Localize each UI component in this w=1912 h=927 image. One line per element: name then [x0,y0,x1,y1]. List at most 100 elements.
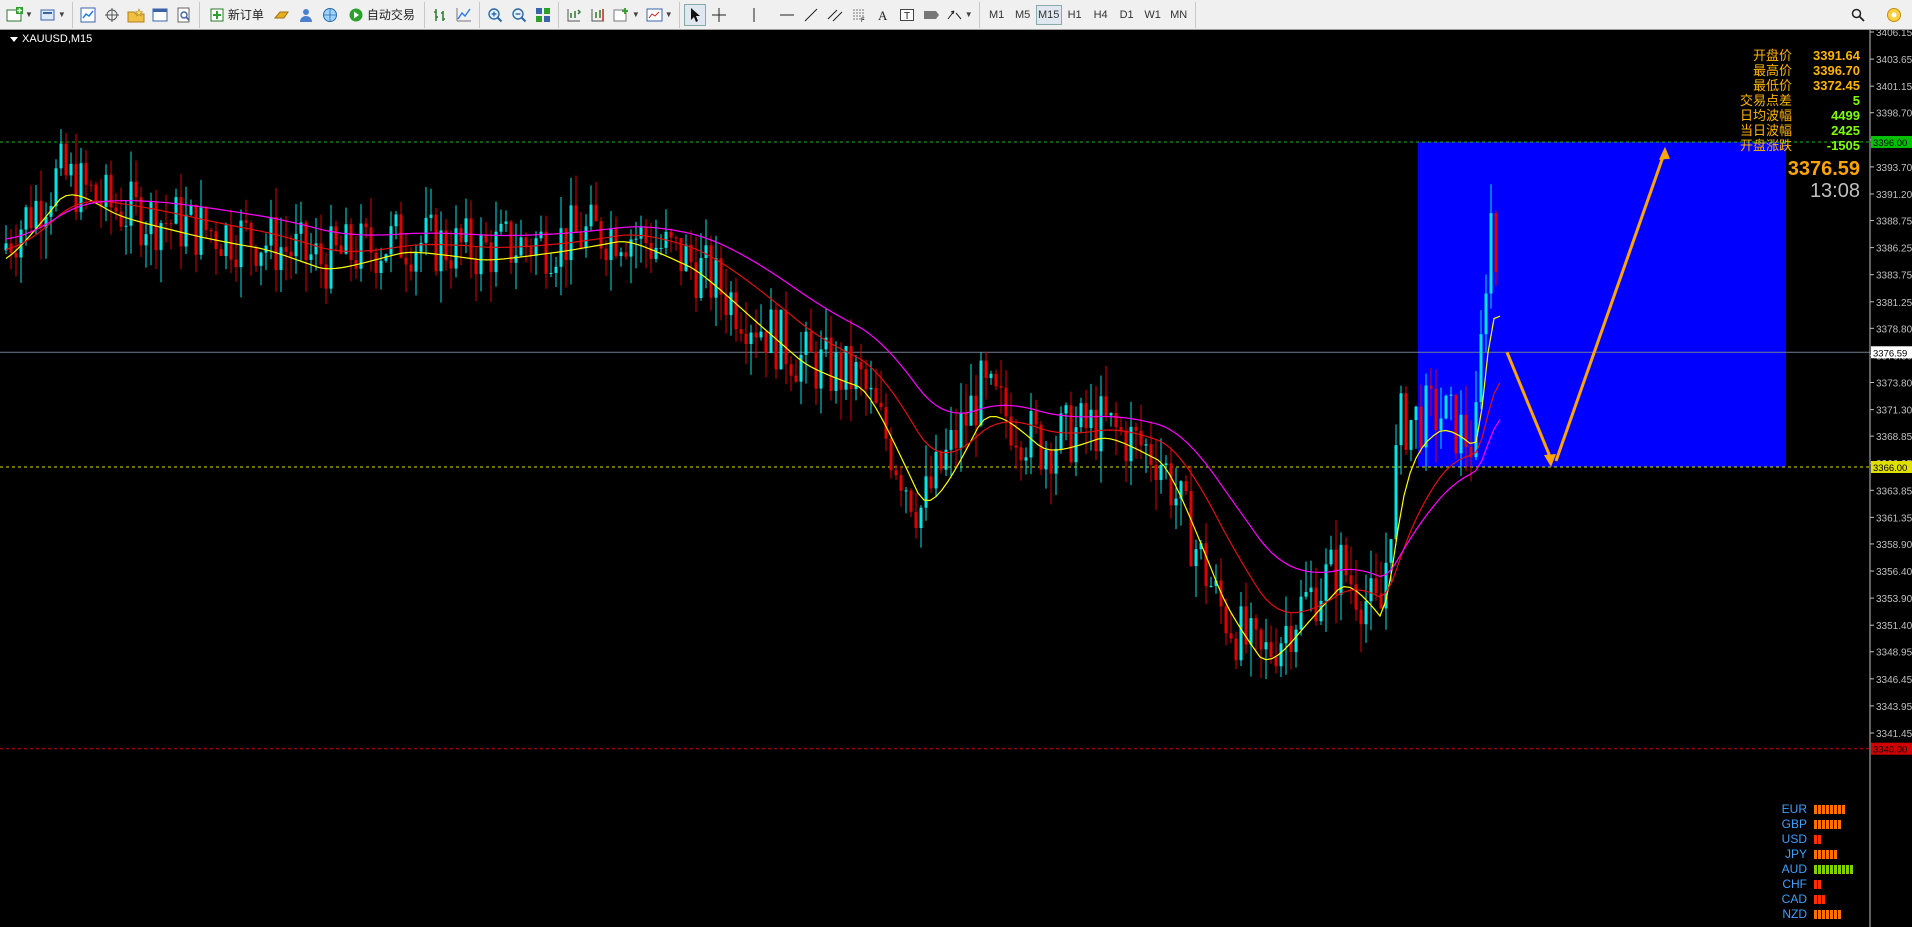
candle-body [499,223,503,232]
auto-trading-button[interactable]: 自动交易 [343,4,420,26]
candle-body [1229,633,1233,639]
chat-button[interactable] [295,4,317,26]
indicators-button[interactable]: ▼ [611,4,642,26]
candle-body [979,360,983,426]
price-tick-label: 3383.75 [1876,271,1912,282]
candle-body [649,243,653,259]
price-tick-label: 3371.30 [1876,406,1912,417]
candle-body [329,226,333,289]
search-icon [1851,8,1865,22]
templates-button[interactable]: ▼ [644,4,675,26]
profiles-button[interactable]: ▼ [37,4,68,26]
strategy-tester-button[interactable] [173,4,195,26]
candle-body [504,221,508,224]
bar-chart-button[interactable] [429,4,451,26]
candle-body [14,253,18,258]
candle-body [829,337,833,391]
fibonacci-tool[interactable]: F [848,4,870,26]
strength-bars [1814,805,1854,814]
candle-body [1114,413,1118,428]
vertical-line-tool[interactable] [743,4,765,26]
candle-body [1014,445,1018,448]
candle-body [1489,213,1493,294]
candle-body [969,395,973,426]
arrow-label-tool[interactable] [920,4,942,26]
text-tool[interactable]: A [872,4,894,26]
candle-body [524,237,528,247]
zoom-in-button[interactable] [484,4,506,26]
trend-line-tool[interactable] [800,4,822,26]
candle-body [1099,396,1103,452]
candle-body [609,228,613,260]
price-tick-label: 3386.25 [1876,244,1912,255]
candle-body [1054,448,1058,474]
candle-body [714,258,718,298]
candle-body [169,223,173,225]
symbol-name: XAUUSD,M15 [22,33,93,45]
timeframe-h1[interactable]: H1 [1062,5,1088,25]
chart-shift-button[interactable] [587,4,609,26]
currency-name: EUR [1781,802,1807,816]
timeframe-mn[interactable]: MN [1166,5,1192,25]
candle-body [879,402,883,408]
info-label: 日均波幅 [1739,108,1792,123]
candle-body [1064,405,1068,414]
candle-body [894,470,898,476]
navigator-button[interactable] [101,4,123,26]
candle-body [589,204,593,227]
candle-body [1034,411,1038,425]
timeframe-h4[interactable]: H4 [1088,5,1114,25]
candle-body [344,224,348,254]
arrows-tool[interactable]: ▼ [944,4,975,26]
cursor-tool[interactable] [683,3,706,26]
candle-body [1309,587,1313,593]
new-chart-button[interactable]: ▼ [4,4,35,26]
candle-body [1089,409,1093,429]
text-label-tool[interactable]: T [896,4,918,26]
auto-scroll-button[interactable] [563,4,585,26]
channel-tool[interactable] [824,4,846,26]
candle-body [349,224,353,260]
search-button[interactable] [1847,4,1869,26]
candle-body [394,214,398,227]
symbol-label[interactable]: XAUUSD,M15 [10,33,92,45]
timeframe-m1[interactable]: M1 [984,5,1010,25]
price-chart[interactable]: 3406.153403.653401.153398.703396.203393.… [0,30,1912,927]
timeframe-d1[interactable]: D1 [1114,5,1140,25]
candle-body [1004,387,1008,417]
chart-type-tools [425,1,480,28]
zoom-out-button[interactable] [508,4,530,26]
signals-button[interactable] [319,4,341,26]
strength-bar-segment [1818,910,1821,919]
timeframe-w1[interactable]: W1 [1140,5,1166,25]
text-label-icon: T [899,8,914,22]
community-button[interactable] [1883,4,1905,26]
price-tick-label: 3373.80 [1876,379,1912,390]
new-order-button[interactable]: 新订单 [204,4,269,26]
horizontal-line-tool[interactable] [776,4,798,26]
price-tick-label: 3361.35 [1876,513,1912,524]
candle-body [334,226,338,246]
candle-body [809,331,813,352]
strength-bar-segment [1822,820,1825,829]
timeframe-m15[interactable]: M15 [1035,4,1062,25]
meta-editor-button[interactable] [271,4,293,26]
user-chat-icon [299,8,312,22]
market-watch-button[interactable] [77,4,99,26]
chart-area[interactable]: 3406.153403.653401.153398.703396.203393.… [0,30,1912,927]
candle-body [644,227,648,244]
currency-row: JPY [1779,847,1854,862]
tile-windows-button[interactable] [532,4,554,26]
auto-trading-label: 自动交易 [366,8,415,22]
line-chart-button[interactable] [453,4,475,26]
terminal-button[interactable] [149,4,171,26]
strength-bars [1814,910,1854,919]
candle-body [54,168,58,207]
favorites-button[interactable] [125,4,147,26]
tile-windows-icon [535,7,550,22]
level-price-label: 3376.59 [1873,348,1907,359]
price-tick-label: 3403.65 [1876,55,1912,66]
crosshair-tool[interactable] [708,4,730,26]
timeframe-m5[interactable]: M5 [1010,5,1036,25]
file-tools: ▼ ▼ [0,1,73,28]
